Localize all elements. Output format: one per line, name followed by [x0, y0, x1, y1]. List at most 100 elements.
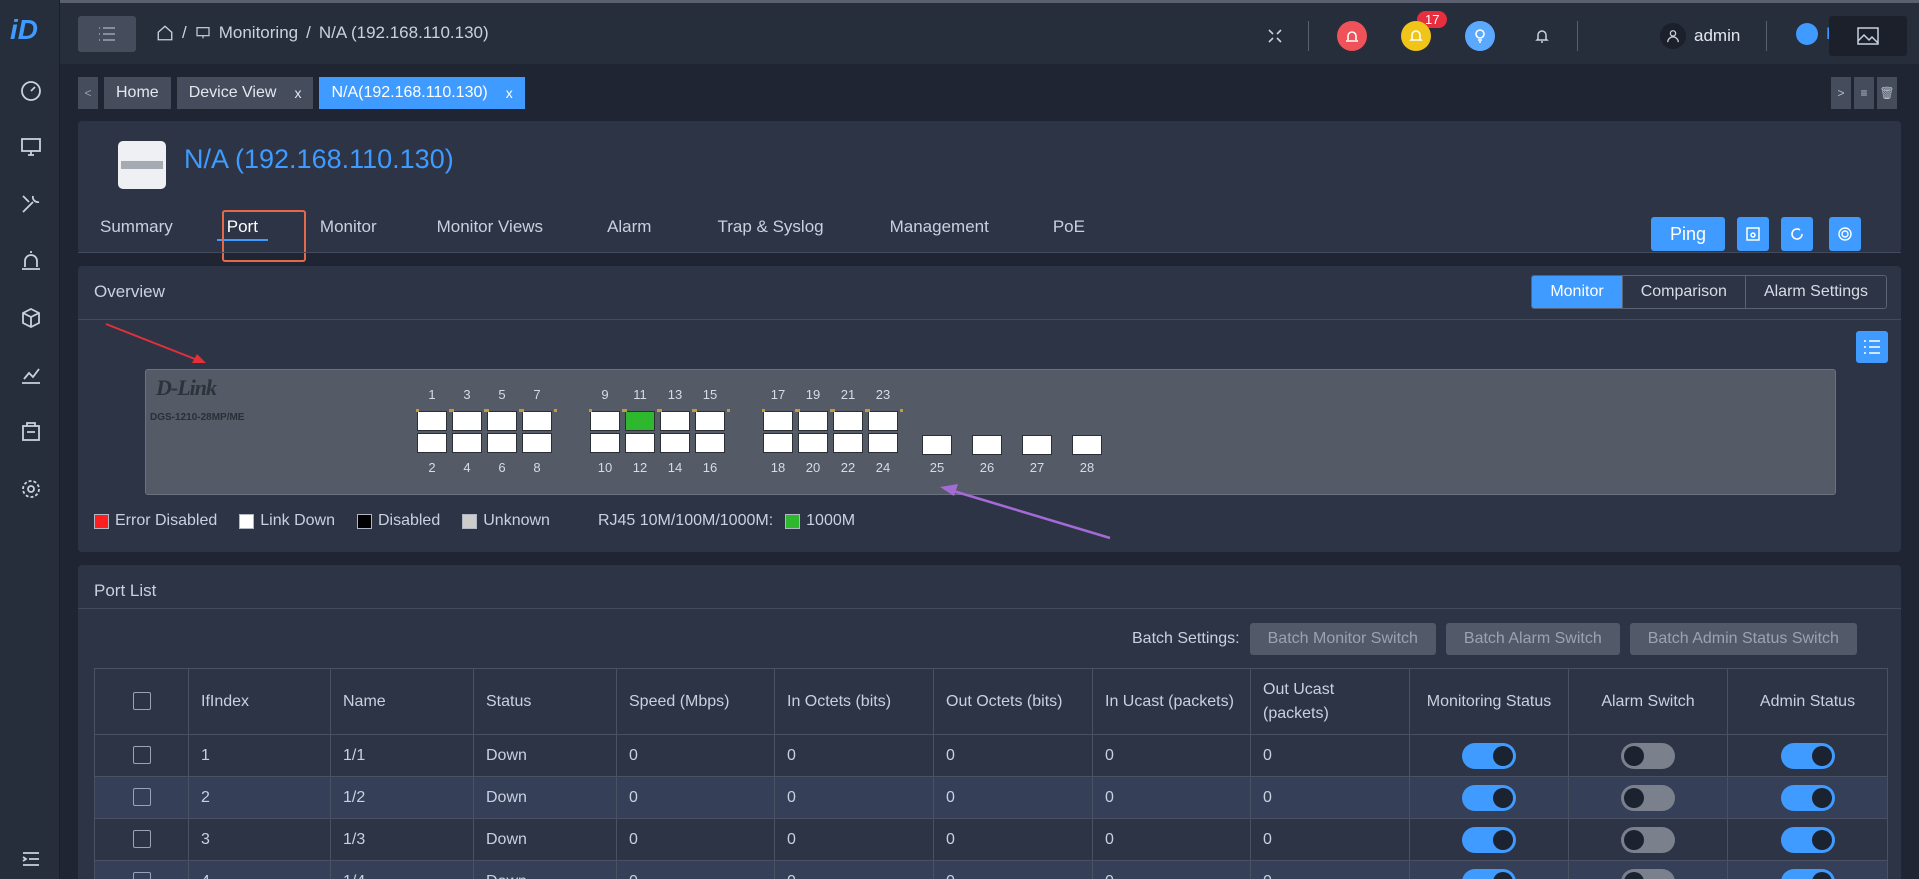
home-icon[interactable] — [156, 24, 174, 42]
settings-icon[interactable] — [18, 476, 44, 502]
tab-trap-syslog[interactable]: Trap & Syslog — [685, 209, 855, 249]
close-icon[interactable]: x — [294, 85, 301, 101]
row-checkbox[interactable] — [132, 872, 151, 879]
image-icon[interactable] — [1829, 16, 1907, 56]
cell-speed: 0 — [616, 776, 775, 819]
notification-icon[interactable] — [1401, 21, 1431, 51]
refresh-icon[interactable] — [1781, 217, 1813, 251]
ping-button[interactable]: Ping — [1651, 217, 1725, 251]
tab-management[interactable]: Management — [856, 209, 1023, 249]
cell-in-ucast: 0 — [1092, 818, 1251, 861]
breadcrumb-monitoring[interactable]: Monitoring — [219, 23, 298, 43]
alarm-bell-icon[interactable] — [1337, 21, 1367, 51]
col-out-ucast[interactable]: Out Ucast (packets) — [1250, 668, 1410, 735]
close-icon[interactable]: x — [506, 85, 513, 101]
tab-alarm[interactable]: Alarm — [573, 209, 685, 249]
col-ifindex[interactable]: IfIndex — [188, 668, 331, 735]
cell-status: Down — [473, 734, 617, 777]
fingerprint-icon[interactable] — [1829, 217, 1861, 251]
col-in-octets[interactable]: In Octets (bits) — [774, 668, 934, 735]
tab-list-icon[interactable]: ≡ — [1854, 77, 1874, 109]
admin-toggle[interactable] — [1780, 868, 1835, 879]
col-speed[interactable]: Speed (Mbps) — [616, 668, 775, 735]
cell-in-octets: 0 — [774, 776, 934, 819]
batch-admin-status-switch-button[interactable]: Batch Admin Status Switch — [1629, 623, 1857, 655]
col-name[interactable]: Name — [330, 668, 474, 735]
tools-icon[interactable] — [18, 191, 44, 217]
device-title: N/A (192.168.110.130) — [184, 144, 454, 174]
table-row[interactable]: 3 1/3 Down 0 0 0 0 0 — [94, 818, 1888, 861]
menu-toggle-button[interactable] — [78, 16, 136, 52]
batch-alarm-switch-button[interactable]: Batch Alarm Switch — [1445, 623, 1620, 655]
select-all-checkbox-cell — [94, 668, 189, 735]
legend-error-disabled: Error Disabled — [94, 512, 217, 530]
tab-scroll-right-icon[interactable]: > — [1831, 77, 1851, 109]
speed-legend-label: RJ45 10M/100M/1000M: — [597, 512, 774, 529]
row-checkbox[interactable] — [132, 788, 151, 807]
tab-strip: < Home Device View x N/A(192.168.110.130)… — [78, 77, 525, 109]
admin-toggle[interactable] — [1780, 784, 1835, 811]
chart-icon[interactable] — [18, 362, 44, 388]
admin-toggle[interactable] — [1780, 742, 1835, 769]
cell-out-octets: 0 — [933, 734, 1093, 777]
select-all-checkbox[interactable] — [132, 692, 151, 711]
monitoring-toggle[interactable] — [1462, 826, 1516, 853]
table-row[interactable]: 1 1/1 Down 0 0 0 0 0 — [94, 734, 1888, 777]
col-out-octets[interactable]: Out Octets (bits) — [933, 668, 1093, 735]
overview-card: Overview Monitor Comparison Alarm Settin… — [78, 266, 1901, 552]
cell-in-ucast: 0 — [1092, 776, 1251, 819]
app-logo[interactable]: iD — [10, 14, 50, 54]
collapse-icon[interactable] — [18, 846, 44, 872]
table-row[interactable]: 2 1/2 Down 0 0 0 0 0 — [94, 776, 1888, 819]
bell-icon[interactable] — [1527, 21, 1557, 51]
table-row[interactable]: 41/4Down00000 — [94, 860, 1888, 879]
cell-name: 1/2 — [330, 776, 474, 819]
col-in-ucast[interactable]: In Ucast (packets) — [1092, 668, 1251, 735]
dashboard-icon[interactable] — [18, 77, 44, 103]
monitoring-toggle[interactable] — [1462, 868, 1516, 879]
cube-icon[interactable] — [18, 305, 44, 331]
sidebar: iD — [0, 0, 60, 879]
cell-status: Down — [473, 776, 617, 819]
monitoring-toggle[interactable] — [1462, 742, 1516, 769]
alarm-toggle[interactable] — [1621, 784, 1675, 811]
row-checkbox[interactable] — [132, 746, 151, 765]
user-avatar-icon — [1660, 23, 1686, 49]
lightbulb-icon[interactable] — [1465, 21, 1495, 51]
cell-ifindex: 3 — [188, 818, 331, 861]
tab-monitor[interactable]: Monitor — [290, 209, 407, 249]
tab-device-detail[interactable]: N/A(192.168.110.130) x — [319, 77, 525, 109]
alarm-icon[interactable] — [18, 248, 44, 274]
user-menu[interactable]: admin — [1660, 23, 1740, 49]
cell-out-octets: 0 — [933, 860, 1093, 879]
tab-delete-icon[interactable]: 🗑 — [1877, 77, 1897, 109]
tab-monitor-views[interactable]: Monitor Views — [407, 209, 573, 249]
top-bar: / Monitoring / N/A (192.168.110.130) 17 … — [60, 0, 1919, 64]
tab-home[interactable]: Home — [104, 77, 171, 109]
tab-summary[interactable]: Summary — [78, 209, 195, 249]
monitor-icon[interactable] — [18, 134, 44, 160]
col-admin-status[interactable]: Admin Status — [1727, 668, 1888, 735]
col-status[interactable]: Status — [473, 668, 617, 735]
col-monitoring-status[interactable]: Monitoring Status — [1409, 668, 1569, 735]
batch-monitor-switch-button[interactable]: Batch Monitor Switch — [1249, 623, 1436, 655]
cell-out-ucast: 0 — [1250, 734, 1410, 777]
annotation-highlight-box — [222, 210, 306, 262]
save-icon[interactable] — [1737, 217, 1769, 251]
legend-link-down: Link Down — [239, 512, 335, 530]
alarm-toggle[interactable] — [1621, 868, 1675, 879]
tab-poe[interactable]: PoE — [1023, 209, 1115, 249]
alarm-toggle[interactable] — [1621, 826, 1675, 853]
breadcrumb: / Monitoring / N/A (192.168.110.130) — [156, 23, 489, 43]
fullscreen-icon[interactable] — [1260, 21, 1290, 51]
monitoring-toggle[interactable] — [1462, 784, 1516, 811]
tab-scroll-left-icon[interactable]: < — [78, 77, 98, 109]
tab-device-view[interactable]: Device View x — [176, 77, 314, 109]
col-alarm-switch[interactable]: Alarm Switch — [1568, 668, 1728, 735]
port-table: IfIndex Name Status Speed (Mbps) In Octe… — [94, 668, 1888, 879]
username: admin — [1694, 26, 1741, 45]
admin-toggle[interactable] — [1780, 826, 1835, 853]
report-icon[interactable] — [18, 419, 44, 445]
row-checkbox[interactable] — [132, 830, 151, 849]
alarm-toggle[interactable] — [1621, 742, 1675, 769]
